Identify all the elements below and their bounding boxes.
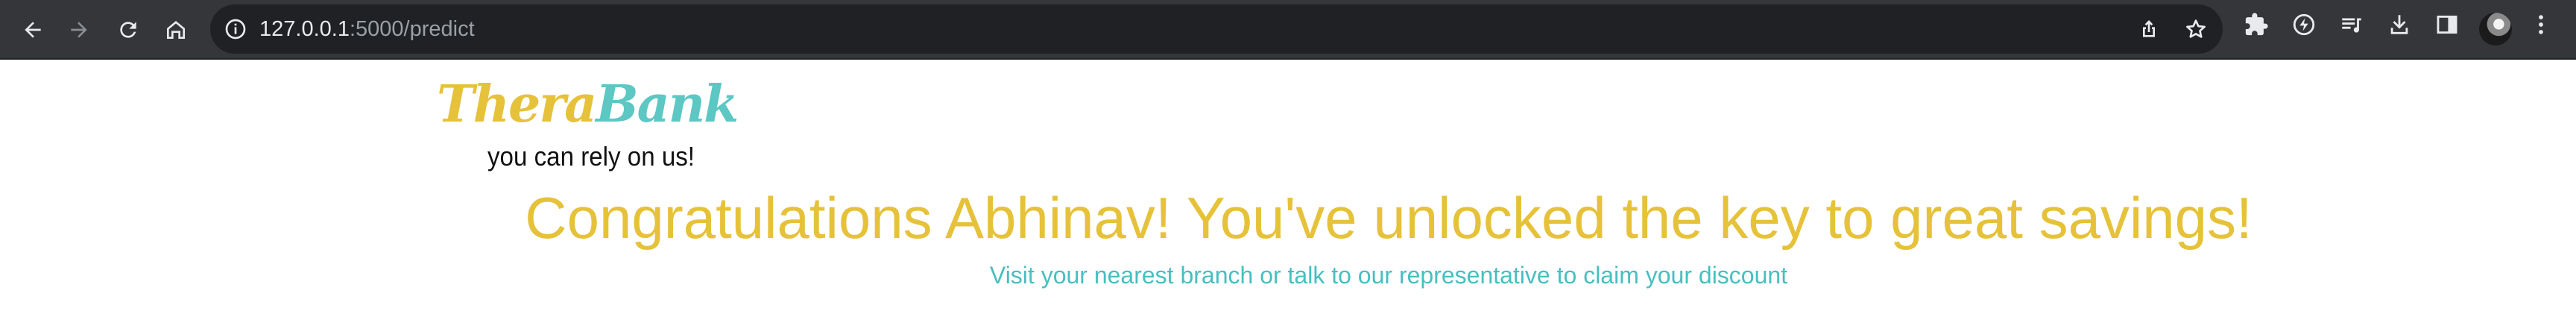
tagline: you can rely on us! (487, 141, 695, 172)
star-icon[interactable] (2184, 17, 2208, 41)
downloads-button[interactable] (2387, 12, 2412, 37)
address-bar[interactable]: 127.0.0.1:5000/predict (210, 4, 2223, 54)
forward-button[interactable] (60, 10, 98, 49)
url-path: :5000/predict (349, 17, 475, 41)
home-icon (167, 21, 185, 39)
url-text[interactable]: 127.0.0.1:5000/predict (259, 16, 475, 42)
sidepanel-icon (2437, 15, 2457, 34)
download-icon (2390, 15, 2408, 34)
sync-icon (2293, 13, 2315, 36)
extensions-button[interactable] (2244, 12, 2269, 37)
reading-list-icon (2342, 18, 2361, 33)
browser-toolbar: 127.0.0.1:5000/predict (0, 0, 2576, 60)
profile-avatar[interactable] (2479, 13, 2512, 45)
back-button[interactable] (13, 10, 52, 49)
extensions-icon (2245, 13, 2268, 36)
info-icon[interactable] (224, 17, 247, 41)
reload-icon (120, 22, 136, 38)
sync-button[interactable] (2291, 12, 2317, 37)
chrome-menu-button[interactable] (2528, 12, 2554, 37)
reading-list-button[interactable] (2339, 12, 2364, 37)
logo-text-thera: Thera (437, 75, 597, 134)
menu-icon (2539, 15, 2543, 34)
result-subline: Visit your nearest branch or talk to our… (989, 262, 1788, 289)
forward-icon (71, 22, 87, 38)
reload-button[interactable] (109, 10, 148, 49)
home-button[interactable] (157, 10, 195, 49)
url-host: 127.0.0.1 (259, 17, 350, 41)
therabank-logo: TheraBank (437, 73, 739, 136)
back-icon (25, 22, 41, 38)
result-headline: Congratulations Abhinav! You've unlocked… (525, 185, 2253, 251)
logo-text-bank: Bank (596, 75, 739, 134)
share-icon[interactable] (2137, 17, 2161, 41)
side-panel-button[interactable] (2434, 12, 2460, 37)
